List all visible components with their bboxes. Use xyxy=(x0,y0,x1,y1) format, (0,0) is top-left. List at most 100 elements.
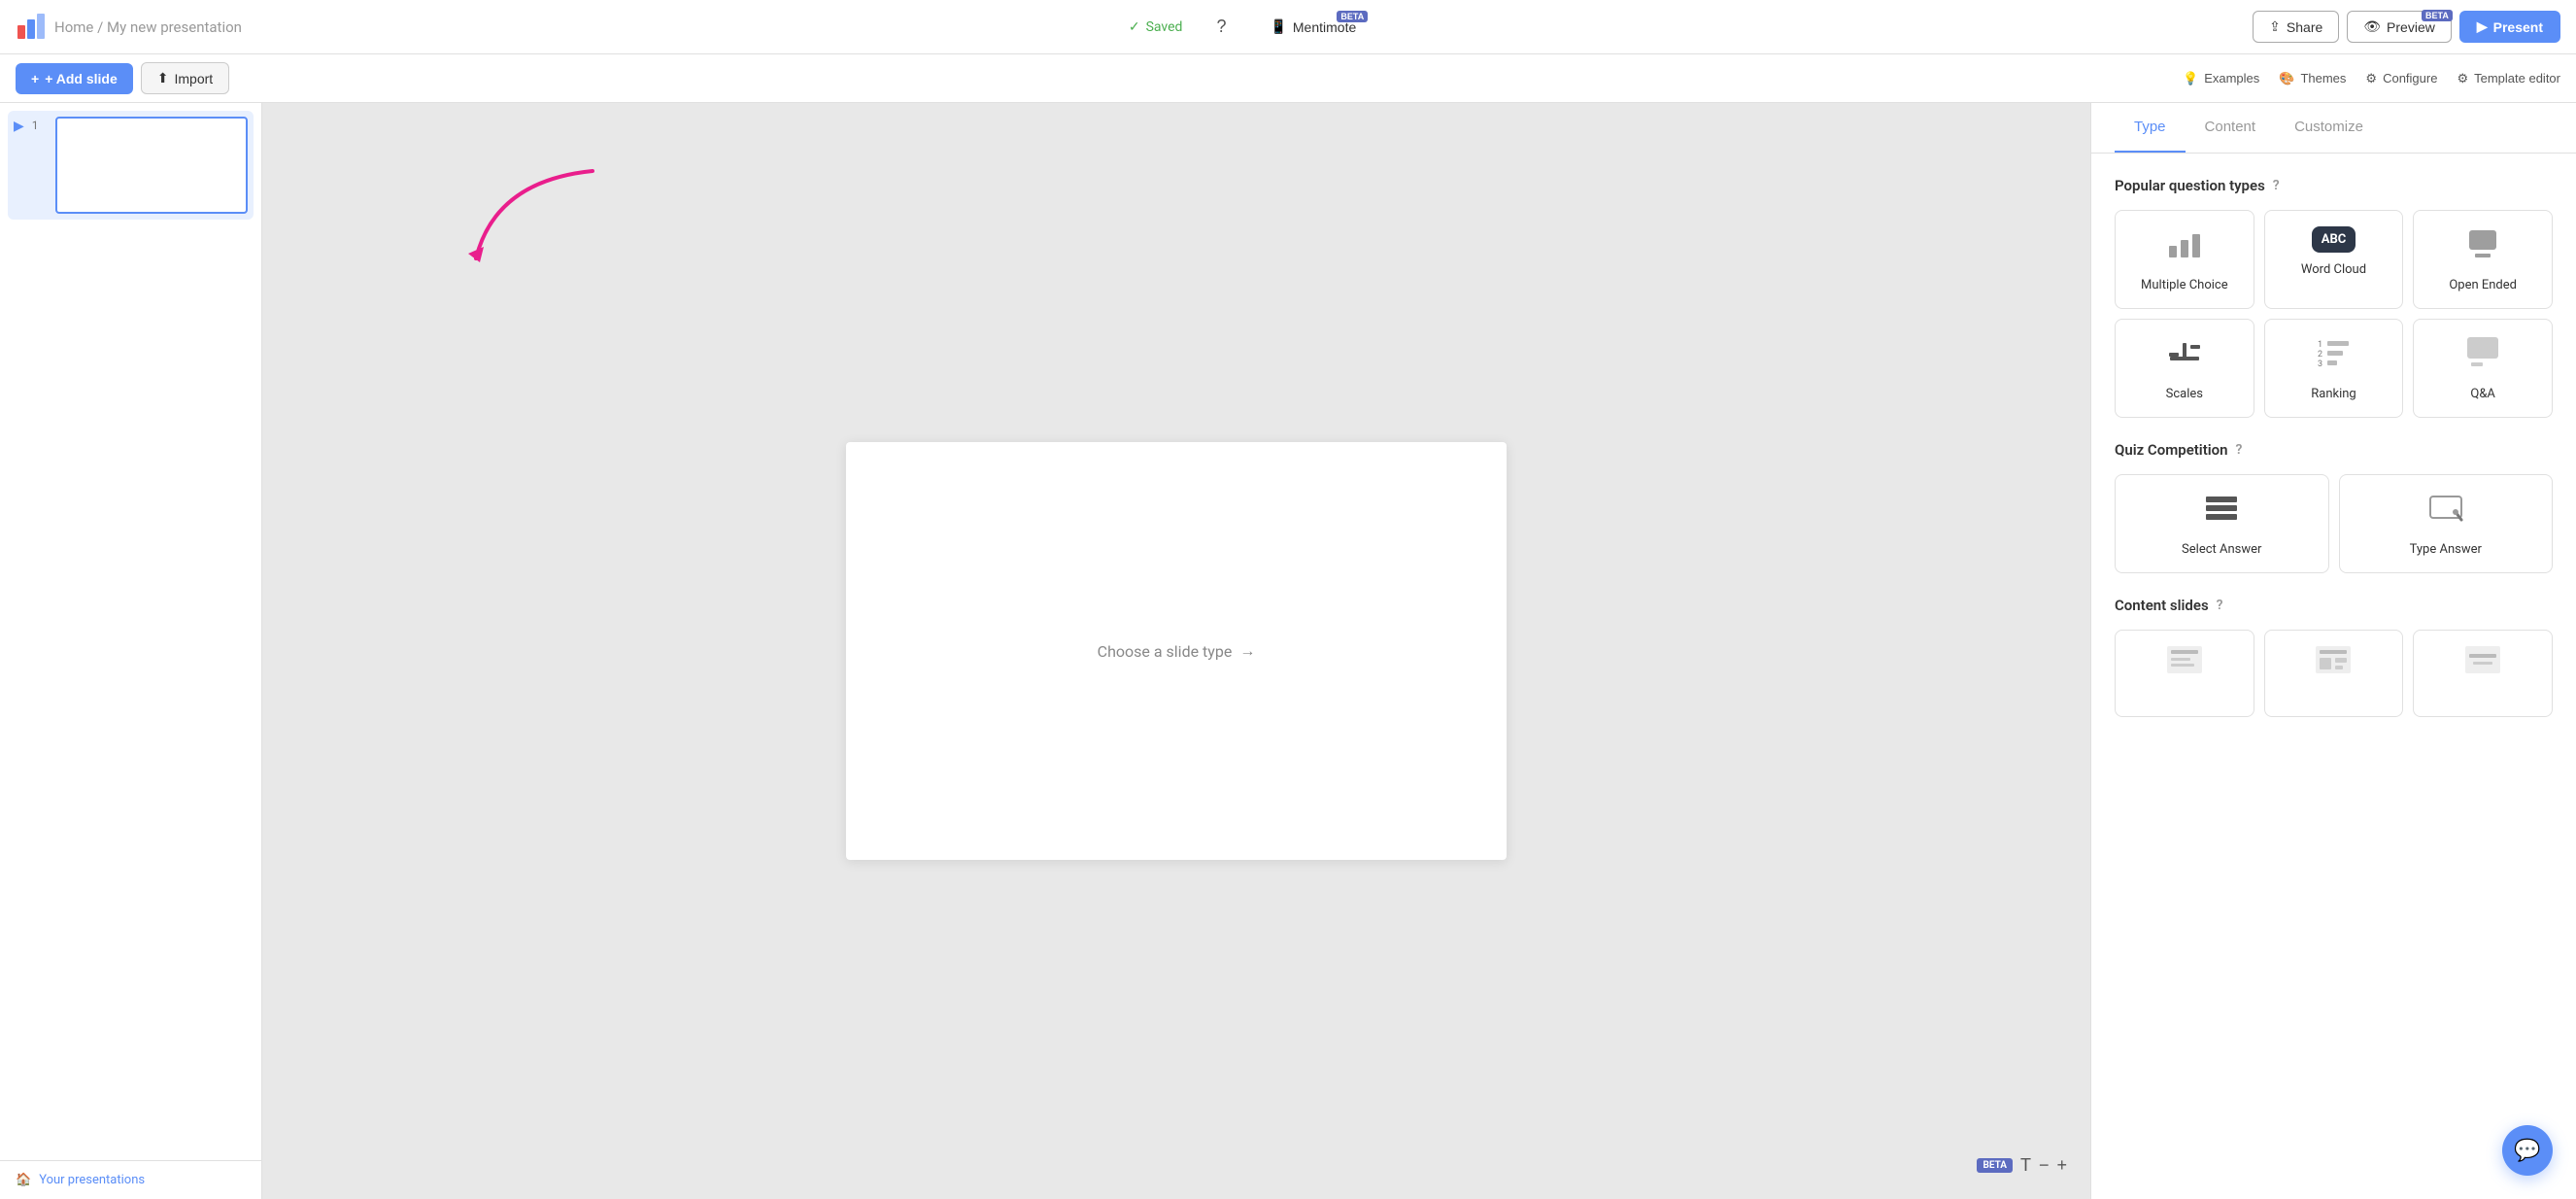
presentation-name: My new presentation xyxy=(107,18,242,36)
content-help-icon[interactable]: ? xyxy=(2217,598,2223,613)
bulb-icon: 💡 xyxy=(2183,71,2198,86)
check-icon: ✓ xyxy=(1129,19,1140,35)
ranking-label: Ranking xyxy=(2311,387,2356,401)
type-answer-card[interactable]: Type Answer xyxy=(2339,474,2554,573)
saved-label: Saved xyxy=(1146,19,1183,35)
configure-label: Configure xyxy=(2383,71,2437,86)
mentimote-button[interactable]: 📱 Mentimote BETA xyxy=(1260,13,1366,41)
quiz-grid: Select Answer Type Answer xyxy=(2115,474,2553,573)
popular-section-title: Popular question types ? xyxy=(2115,177,2553,194)
canvas-beta-badge: BETA xyxy=(1977,1158,2013,1173)
share-button[interactable]: ⇪ Share xyxy=(2253,11,2339,43)
nav-left: Home / My new presentation xyxy=(16,12,242,43)
toolbar: + + Add slide ⬆ Import 💡 Examples 🎨 Them… xyxy=(0,54,2576,103)
present-label: Present xyxy=(2493,19,2543,35)
add-slide-button[interactable]: + + Add slide xyxy=(16,63,133,94)
your-presentations-link[interactable]: 🏠 Your presentations xyxy=(0,1160,261,1199)
add-slide-label: + Add slide xyxy=(45,71,118,86)
chat-icon: 💬 xyxy=(2514,1138,2540,1163)
logo-icon xyxy=(16,12,47,43)
qa-card[interactable]: Q&A xyxy=(2413,319,2553,418)
zoom-in-button[interactable]: + xyxy=(2056,1155,2067,1176)
import-icon: ⬆ xyxy=(157,70,169,86)
type-answer-icon xyxy=(2428,491,2463,532)
content-slide-2[interactable] xyxy=(2264,630,2404,717)
panel-content: Popular question types ? Multiple Choice xyxy=(2091,154,2576,1199)
content-title-text: Content slides xyxy=(2115,597,2209,614)
tab-customize[interactable]: Customize xyxy=(2275,103,2383,153)
tab-customize-label: Customize xyxy=(2294,119,2363,135)
preview-button[interactable]: 👁 Preview BETA xyxy=(2347,11,2452,43)
open-ended-card[interactable]: Open Ended xyxy=(2413,210,2553,309)
zoom-out-button[interactable]: − xyxy=(2039,1155,2050,1176)
word-cloud-card[interactable]: ABC Word Cloud xyxy=(2264,210,2404,309)
popular-title-text: Popular question types xyxy=(2115,177,2265,194)
play-icon: ▶ xyxy=(2477,18,2488,35)
open-ended-icon xyxy=(2465,226,2500,268)
breadcrumb: Home / My new presentation xyxy=(54,18,242,36)
template-editor-button[interactable]: ⚙ Template editor xyxy=(2457,71,2560,86)
present-button[interactable]: ▶ Present xyxy=(2459,11,2560,43)
tab-type[interactable]: Type xyxy=(2115,103,2186,153)
top-nav: Home / My new presentation ✓ Saved ? 📱 M… xyxy=(0,0,2576,54)
slide-item[interactable]: ▶ 1 xyxy=(8,111,254,220)
tab-content[interactable]: Content xyxy=(2186,103,2276,153)
themes-label: Themes xyxy=(2300,71,2346,86)
quiz-help-icon[interactable]: ? xyxy=(2236,442,2243,458)
content-slide-1[interactable] xyxy=(2115,630,2254,717)
ranking-icon: 1 2 3 xyxy=(2316,335,2351,377)
scales-label: Scales xyxy=(2166,387,2203,401)
slide-canvas: Choose a slide type → xyxy=(846,442,1507,860)
tab-content-label: Content xyxy=(2205,119,2256,135)
toolbar-left: + + Add slide ⬆ Import xyxy=(16,62,229,94)
examples-button[interactable]: 💡 Examples xyxy=(2183,71,2259,86)
home-link[interactable]: Home xyxy=(54,18,93,36)
content-slides-grid xyxy=(2115,630,2553,717)
slide-list: ▶ 1 xyxy=(0,103,261,1160)
canvas-area: Choose a slide type → BETA T − + xyxy=(262,103,2090,1199)
plus-icon: + xyxy=(31,71,39,86)
select-answer-label: Select Answer xyxy=(2182,542,2261,557)
nav-center: ✓ Saved ? 📱 Mentimote BETA xyxy=(1129,12,1366,43)
mentimote-icon: 📱 xyxy=(1270,18,1286,35)
slide-number: 1 xyxy=(32,119,48,132)
popular-help-icon[interactable]: ? xyxy=(2273,178,2280,193)
multiple-choice-icon xyxy=(2167,226,2202,268)
select-answer-card[interactable]: Select Answer xyxy=(2115,474,2329,573)
open-ended-label: Open Ended xyxy=(2449,278,2517,292)
chat-button[interactable]: 💬 xyxy=(2502,1125,2553,1176)
arrow-right-icon: → xyxy=(1239,641,1255,661)
template-icon: ⚙ xyxy=(2457,71,2468,86)
nav-right: ⇪ Share 👁 Preview BETA ▶ Present xyxy=(2253,11,2560,43)
configure-button[interactable]: ⚙ Configure xyxy=(2365,71,2437,86)
sidebar: ▶ 1 🏠 Your presentations xyxy=(0,103,262,1199)
home-icon: 🏠 xyxy=(16,1173,31,1187)
help-button[interactable]: ? xyxy=(1205,12,1237,43)
preview-beta-badge: BETA xyxy=(2422,10,2453,21)
themes-button[interactable]: 🎨 Themes xyxy=(2279,71,2346,86)
svg-text:3: 3 xyxy=(2318,360,2322,369)
ranking-card[interactable]: 1 2 3 Ranking xyxy=(2264,319,2404,418)
select-answer-icon xyxy=(2204,491,2239,532)
scales-icon xyxy=(2167,335,2202,377)
text-tool-button[interactable]: T xyxy=(2020,1155,2031,1176)
word-cloud-label: Word Cloud xyxy=(2301,262,2366,277)
tab-type-label: Type xyxy=(2134,119,2166,135)
your-presentations-label: Your presentations xyxy=(39,1173,145,1187)
multiple-choice-card[interactable]: Multiple Choice xyxy=(2115,210,2254,309)
qa-icon xyxy=(2465,335,2500,377)
arrow-annotation xyxy=(437,161,631,282)
template-editor-label: Template editor xyxy=(2474,71,2560,86)
gear-icon: ⚙ xyxy=(2365,71,2377,86)
import-button[interactable]: ⬆ Import xyxy=(141,62,229,94)
saved-indicator: ✓ Saved xyxy=(1129,19,1183,35)
content-slide-3[interactable] xyxy=(2413,630,2553,717)
svg-text:2: 2 xyxy=(2318,350,2322,360)
palette-icon: 🎨 xyxy=(2279,71,2294,86)
quiz-section-title: Quiz Competition ? xyxy=(2115,441,2553,459)
content-section-title: Content slides ? xyxy=(2115,597,2553,614)
scales-card[interactable]: Scales xyxy=(2115,319,2254,418)
examples-label: Examples xyxy=(2204,71,2259,86)
share-label: Share xyxy=(2287,19,2322,35)
slide-thumbnail[interactable] xyxy=(55,117,248,214)
